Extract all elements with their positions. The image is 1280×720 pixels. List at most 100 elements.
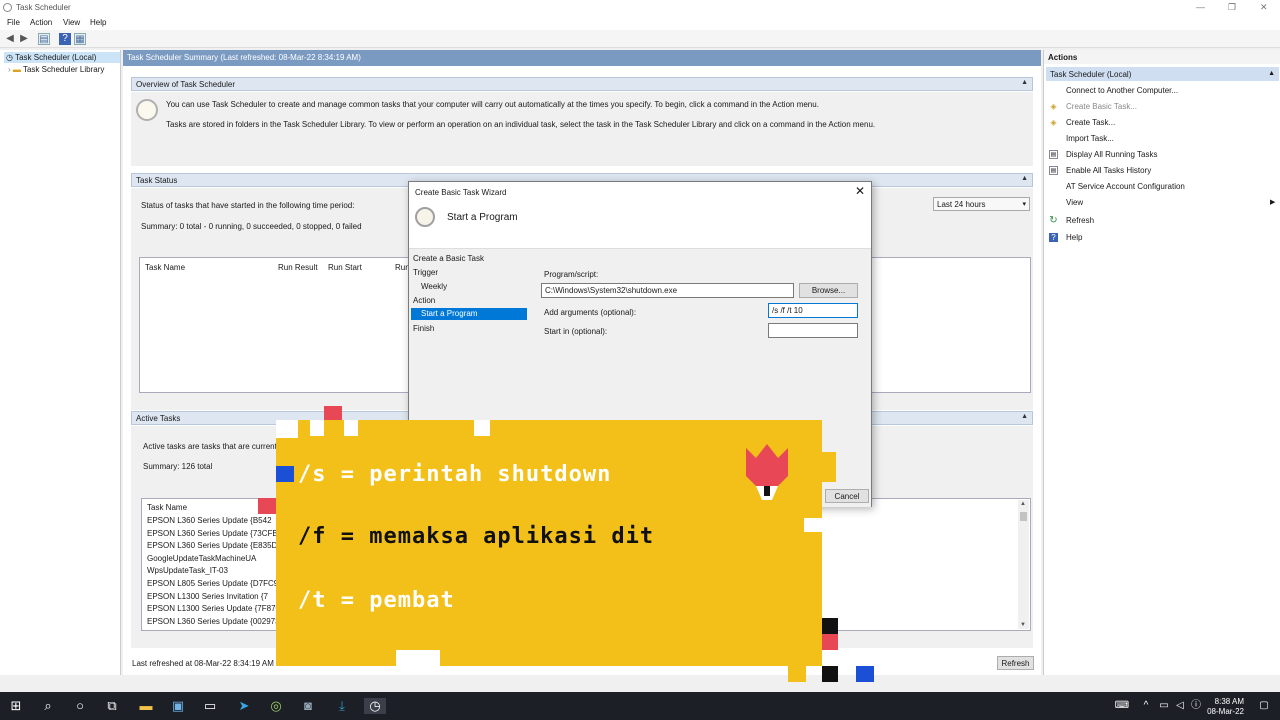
app-clock-icon [3, 3, 12, 12]
column-run-start[interactable]: Run Start [328, 263, 362, 272]
notifications-icon[interactable]: ▢ [1256, 698, 1272, 714]
table-row[interactable]: EPSON L360 Series Update {B542 [147, 516, 289, 529]
telegram-icon[interactable]: ➤ [236, 698, 252, 714]
action-create-basic-task[interactable]: Create Basic Task... [1066, 102, 1137, 111]
pixel-decoration [344, 420, 358, 436]
table-row[interactable]: WpsUpdateTask_IT-03 [147, 566, 289, 579]
overview-section-header[interactable]: Overview of Task Scheduler ▲ [131, 77, 1033, 91]
keyboard-icon[interactable]: ⌨ [1114, 698, 1130, 714]
language-icon[interactable]: ⓘ [1188, 698, 1204, 714]
minimize-icon[interactable]: — [1196, 2, 1205, 12]
table-row[interactable]: EPSON L1300 Series Invitation {7 [147, 592, 289, 605]
pixel-decoration [324, 406, 342, 420]
action-connect[interactable]: Connect to Another Computer... [1066, 86, 1178, 95]
column-task-name[interactable]: Task Name [147, 503, 187, 512]
terminal-icon[interactable]: ▭ [202, 698, 218, 714]
table-row[interactable]: EPSON L360 Series Update {002973... [147, 617, 289, 630]
refresh-button[interactable]: Refresh [997, 656, 1034, 670]
action-view[interactable]: View [1066, 198, 1083, 207]
help-icon[interactable]: ? [59, 33, 71, 45]
pixel-decoration [310, 420, 324, 436]
action-create-task[interactable]: Create Task... [1066, 118, 1115, 127]
action-help[interactable]: Help [1066, 233, 1082, 242]
status-text: Status of tasks that have started in the… [141, 201, 355, 210]
collapse-icon[interactable]: ▲ [1021, 175, 1028, 182]
pixel-decoration [822, 666, 838, 682]
task-view-icon[interactable]: ⧉ [104, 698, 120, 714]
start-windows-icon[interactable]: ⊞ [8, 698, 24, 714]
pixel-decoration [822, 618, 838, 634]
scroll-thumb[interactable] [1020, 512, 1027, 521]
start-in-input[interactable] [768, 323, 858, 338]
running-tasks-icon: ▤ [1049, 150, 1058, 159]
tulip-icon [742, 442, 792, 500]
table-row[interactable]: EPSON L805 Series Update {D7FC9... [147, 579, 289, 592]
cortana-icon[interactable]: ○ [72, 698, 88, 714]
table-row[interactable]: EPSON L360 Series Update {73CFB... [147, 529, 289, 542]
restore-icon[interactable]: ❐ [1228, 2, 1236, 13]
program-input[interactable]: C:\Windows\System32\shutdown.exe [541, 283, 794, 298]
volume-icon[interactable]: ◁ [1172, 698, 1188, 714]
period-select[interactable]: Last 24 hours ▾ [933, 197, 1030, 211]
actions-section-header[interactable]: Task Scheduler (Local) ▲ [1046, 67, 1279, 81]
back-arrow-icon[interactable]: ◀ [4, 33, 16, 45]
table-row[interactable]: EPSON L1300 Series Update {7F870... [147, 604, 289, 617]
column-run-result[interactable]: Run Result [278, 263, 318, 272]
action-refresh[interactable]: Refresh [1066, 216, 1094, 225]
action-enable-history[interactable]: Enable All Tasks History [1066, 166, 1151, 175]
history-icon: ▤ [1049, 166, 1058, 175]
tray-chevron-icon[interactable]: ^ [1138, 698, 1154, 714]
scrollbar[interactable]: ▲ ▼ [1018, 500, 1029, 629]
overview-line-2: Tasks are stored in folders in the Task … [166, 120, 876, 129]
close-icon[interactable]: ✕ [1260, 2, 1268, 13]
tree-item-library[interactable]: › ▬ Task Scheduler Library [8, 65, 104, 74]
create-task-icon: ◈ [1050, 118, 1057, 127]
menu-view[interactable]: View [63, 18, 80, 27]
file-explorer-icon[interactable]: ▬ [138, 698, 154, 714]
camera-icon[interactable]: ◙ [300, 698, 316, 714]
refresh-icon: ↻ [1049, 215, 1058, 226]
collapse-icon[interactable]: ▲ [1021, 413, 1028, 420]
table-row[interactable]: EPSON L360 Series Update {E835DE... [147, 541, 289, 554]
table-row[interactable]: GoogleUpdateTaskMachineUA [147, 554, 289, 567]
download-icon[interactable]: ⤓ [334, 698, 350, 714]
active-task-list: EPSON L360 Series Update {B542 EPSON L36… [147, 516, 289, 629]
clock-icon: ◷ [6, 53, 13, 62]
scroll-up-icon[interactable]: ▲ [1020, 501, 1026, 507]
action-at-service[interactable]: AT Service Account Configuration [1066, 182, 1185, 191]
browse-button[interactable]: Browse... [799, 283, 858, 298]
action-display-running[interactable]: Display All Running Tasks [1066, 150, 1157, 159]
task-status-title: Task Status [136, 176, 178, 185]
active-text: Active tasks are tasks that are currentl… [143, 442, 283, 451]
cancel-button[interactable]: Cancel [825, 489, 869, 503]
create-basic-task-icon: ◈ [1050, 102, 1057, 111]
close-icon[interactable]: ✕ [855, 184, 865, 198]
program-label: Program/script: [544, 270, 599, 279]
show-hide-console-icon[interactable]: ▤ [38, 33, 50, 45]
search-icon[interactable]: ⌕ [40, 698, 56, 714]
collapse-icon[interactable]: ▲ [1268, 70, 1275, 77]
tree-item-root[interactable]: ◷ Task Scheduler (Local) [4, 52, 120, 63]
expand-chevron-icon[interactable]: › [8, 65, 11, 74]
tree-item-root-label: Task Scheduler (Local) [15, 53, 97, 62]
arguments-input[interactable]: /s /f /t 10 [768, 303, 858, 318]
browser-icon[interactable]: ◎ [268, 698, 284, 714]
forward-arrow-icon[interactable]: ▶ [18, 33, 30, 45]
system-clock[interactable]: 8:38 AM 08-Mar-22 [1207, 697, 1244, 717]
action-import-task[interactable]: Import Task... [1066, 134, 1114, 143]
wizard-clock-icon [415, 207, 435, 227]
network-icon[interactable]: ▭ [1156, 698, 1172, 714]
column-task-name[interactable]: Task Name [145, 263, 185, 272]
show-action-pane-icon[interactable]: ▦ [74, 33, 86, 45]
mail-icon[interactable]: ▣ [170, 698, 186, 714]
pixel-decoration [396, 650, 440, 666]
collapse-icon[interactable]: ▲ [1021, 79, 1028, 86]
scroll-down-icon[interactable]: ▼ [1020, 622, 1026, 628]
annotation-overlay: /s = perintah shutdown /f = memaksa apli… [258, 406, 874, 682]
menu-help[interactable]: Help [90, 18, 106, 27]
task-scheduler-taskbar-icon[interactable]: ◷ [364, 698, 386, 714]
menu-action[interactable]: Action [30, 18, 52, 27]
title-bar: Task Scheduler — ❐ ✕ [0, 0, 1280, 15]
menu-file[interactable]: File [7, 18, 20, 27]
pixel-decoration [474, 420, 490, 436]
